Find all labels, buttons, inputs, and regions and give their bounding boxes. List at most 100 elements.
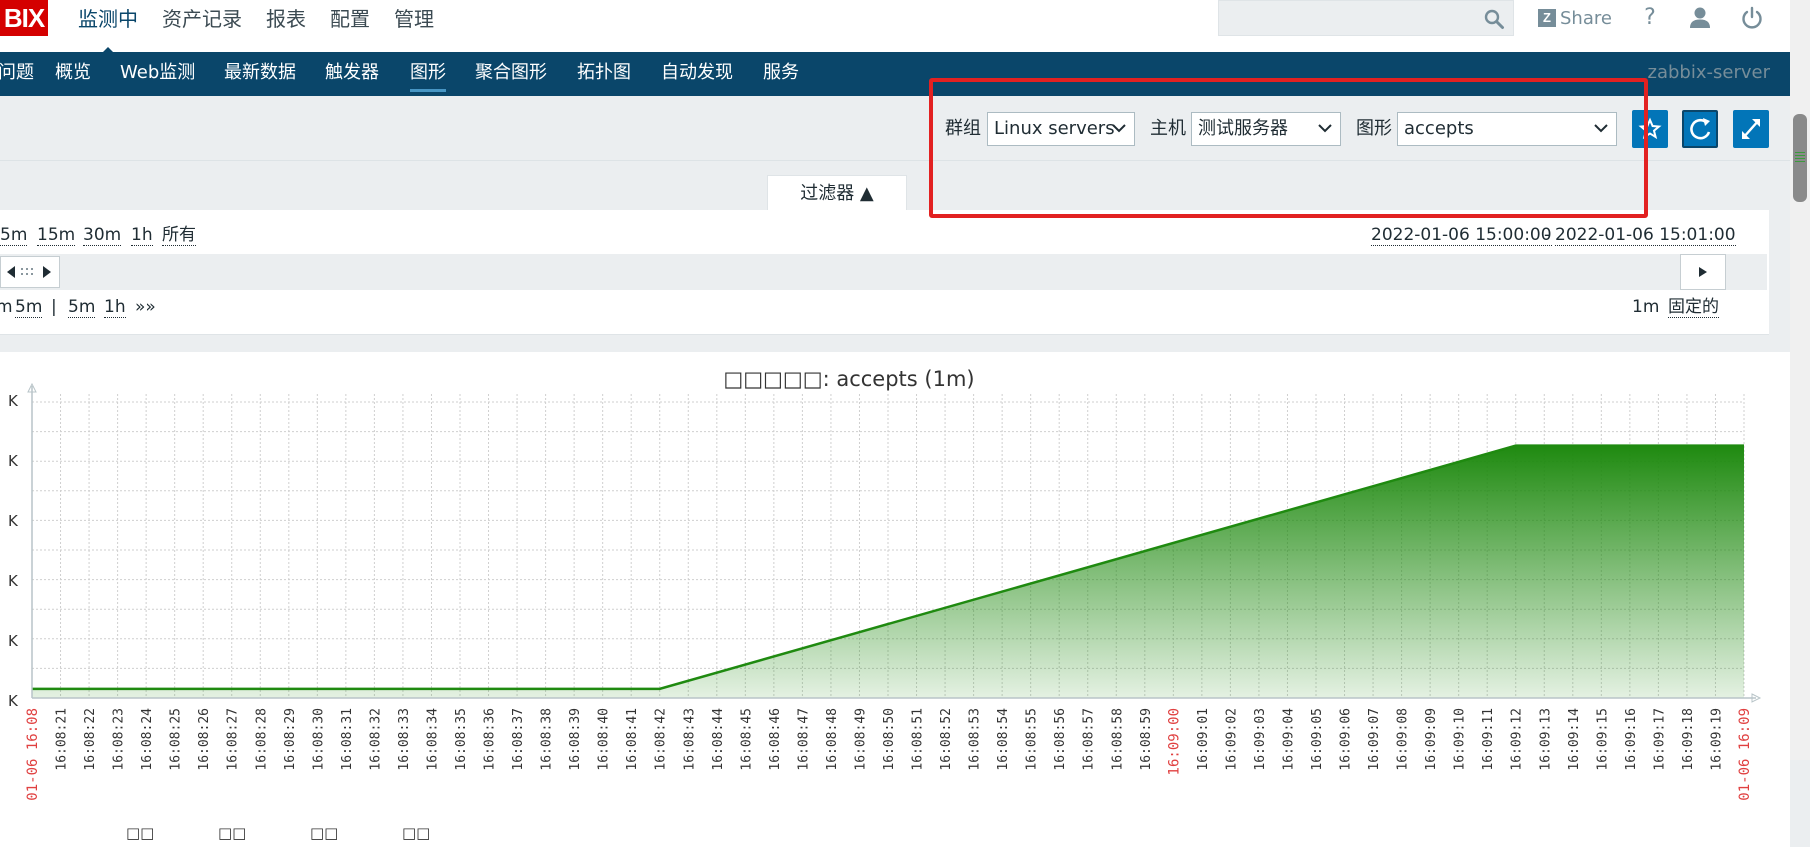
graph-label: 图形	[1356, 118, 1392, 139]
submenu-latest-data[interactable]: 最新数据	[224, 52, 296, 94]
menu-inventory[interactable]: 资产记录	[150, 0, 254, 52]
x-tick-label: 16:08:41	[625, 708, 640, 771]
timeline-track[interactable]	[0, 254, 1767, 290]
x-tick-label: 16:08:23	[112, 708, 127, 771]
x-tick-label: 16:08:22	[83, 708, 98, 771]
quick-range-all[interactable]: 所有	[162, 225, 196, 246]
x-tick-label: 16:09:19	[1709, 708, 1724, 771]
x-tick-label: 16:08:24	[140, 708, 155, 771]
help-icon[interactable]: ?	[1636, 4, 1664, 32]
search-icon[interactable]	[1483, 8, 1505, 30]
group-select[interactable]: Linux servers	[987, 112, 1135, 146]
refresh-icon	[1690, 118, 1711, 140]
refresh-button[interactable]	[1682, 110, 1718, 148]
y-tick-label: K	[8, 692, 19, 710]
x-tick-label: 16:09:07	[1367, 708, 1382, 771]
fullscreen-button[interactable]	[1733, 110, 1769, 148]
x-tick-label: 16:09:02	[1224, 708, 1239, 771]
quick-range-5m[interactable]: 5m	[0, 225, 28, 246]
x-tick-label: 16:08:35	[454, 708, 469, 771]
submenu-screens[interactable]: 聚合图形	[475, 52, 547, 94]
x-tick-label: 16:09:09	[1424, 708, 1439, 771]
chart-title: □□□□□: accepts (1m)	[723, 367, 974, 391]
main-menu: 监测中 资产记录 报表 配置 管理	[66, 0, 446, 56]
user-icon[interactable]	[1686, 4, 1714, 32]
x-tick-label: 16:09:14	[1567, 708, 1582, 771]
menu-administration[interactable]: 管理	[382, 0, 446, 52]
x-tick-label: 16:08:49	[853, 708, 868, 771]
legend-entry: □□	[218, 824, 246, 842]
x-tick-label: 16:08:50	[882, 708, 897, 771]
y-tick-label: K	[8, 452, 19, 470]
zoom-forward-1h[interactable]: 1h	[104, 297, 126, 318]
x-tick-label: 16:08:48	[825, 708, 840, 771]
fullscreen-icon	[1742, 119, 1760, 139]
x-tick-label: 16:08:43	[682, 708, 697, 771]
x-tick-label: 16:09:11	[1481, 708, 1496, 771]
x-tick-label: 16:08:55	[1025, 708, 1040, 771]
submenu-triggers[interactable]: 触发器	[325, 52, 379, 94]
search-input[interactable]	[1218, 0, 1514, 36]
x-tick-label: 16:09:10	[1453, 708, 1468, 771]
quick-range-1h[interactable]: 1h	[131, 225, 153, 246]
period-value: 1m	[1632, 297, 1660, 317]
star-icon	[1638, 117, 1662, 140]
server-name: zabbix-server	[1647, 62, 1770, 83]
x-tick-label: 16:08:36	[483, 708, 498, 771]
legend-entry: □□	[402, 824, 430, 842]
chevron-down-icon	[1318, 124, 1332, 133]
y-tick-label: K	[8, 392, 19, 410]
x-tick-label: 16:09:13	[1538, 708, 1553, 771]
filter-toggle-tab[interactable]: 过滤器 ▲	[767, 175, 907, 212]
share-link[interactable]: Z Share	[1538, 6, 1612, 30]
menu-configuration[interactable]: 配置	[318, 0, 382, 52]
submenu-web[interactable]: Web监测	[120, 52, 195, 94]
submenu-overview[interactable]: 概览	[55, 52, 91, 94]
submenu-services[interactable]: 服务	[763, 52, 799, 94]
x-tick-label: 16:08:27	[226, 708, 241, 771]
zoom-back-5m[interactable]: 5m	[15, 297, 43, 318]
x-tick-label: 16:09:00	[1166, 708, 1182, 775]
menu-monitoring[interactable]: 监测中	[66, 0, 150, 56]
x-tick-label: 16:09:04	[1281, 708, 1296, 771]
quick-range-15m[interactable]: 15m	[37, 225, 76, 246]
menu-reports[interactable]: 报表	[254, 0, 318, 52]
legend-entry: □□	[310, 824, 338, 842]
time-range-to[interactable]: 2022-01-06 15:01:00	[1555, 225, 1736, 246]
submenu-discovery[interactable]: 自动发现	[661, 52, 733, 94]
accepts-graph[interactable]: □□□□□: accepts (1m) K K K K K K 01-06 16:08 16…	[0, 352, 1790, 847]
legend-entry: □□	[126, 824, 154, 842]
graph-panel: □□□□□: accepts (1m) K K K K K K 01-06 16:08 16…	[0, 352, 1790, 847]
x-tick-label: 16:09:03	[1253, 708, 1268, 771]
timeline-next-button[interactable]	[1680, 254, 1726, 290]
x-tick-label: 16:08:52	[939, 708, 954, 771]
x-tick-label: 16:08:32	[368, 708, 383, 771]
x-tick-label: 16:09:16	[1624, 708, 1639, 771]
x-tick-label: 16:08:57	[1082, 708, 1097, 771]
submenu-maps[interactable]: 拓扑图	[577, 52, 631, 94]
host-select[interactable]: 测试服务器	[1191, 112, 1341, 146]
timeline-slider-handle[interactable]	[0, 256, 60, 288]
x-tick-label: 16:08:33	[397, 708, 412, 771]
page-scrollbar[interactable]	[1790, 0, 1810, 760]
x-tick-label: 16:08:40	[597, 708, 612, 771]
submenu-problems[interactable]: 问题	[0, 52, 34, 94]
group-label: 群组	[945, 118, 981, 139]
favorite-button[interactable]	[1632, 110, 1668, 148]
zabbix-share-icon: Z	[1538, 9, 1556, 27]
x-tick-label: 16:08:25	[169, 708, 184, 771]
x-tick-label: 16:08:34	[425, 708, 440, 771]
timeline-drag-icon	[7, 266, 51, 278]
fixed-period-toggle[interactable]: 固定的	[1668, 297, 1719, 318]
power-icon[interactable]	[1738, 4, 1766, 32]
submenu-graphs[interactable]: 图形	[410, 52, 446, 94]
zoom-out-partial[interactable]: m	[0, 297, 13, 317]
zabbix-logo[interactable]: BIX	[0, 0, 48, 36]
x-tick-label: 16:09:17	[1652, 708, 1667, 771]
y-tick-label: K	[8, 632, 19, 650]
zoom-forward-5m[interactable]: 5m	[68, 297, 96, 318]
quick-range-30m[interactable]: 30m	[83, 225, 122, 246]
time-range-from[interactable]: 2022-01-06 15:00:00	[1371, 225, 1552, 246]
graph-select[interactable]: accepts	[1397, 112, 1617, 146]
zoom-more[interactable]: »»	[135, 297, 156, 317]
